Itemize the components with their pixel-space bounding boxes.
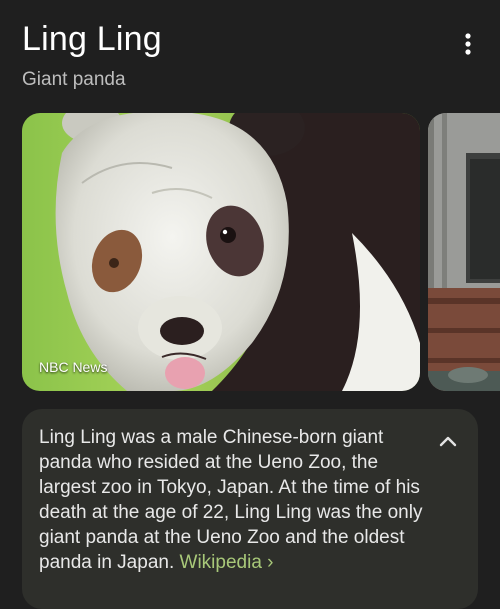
zoo-photo <box>428 113 500 391</box>
wikipedia-link-label: Wikipedia <box>179 552 262 573</box>
more-options-button[interactable] <box>452 28 484 60</box>
more-vert-icon <box>465 33 471 55</box>
chevron-up-icon <box>439 436 457 447</box>
zoo-image-card[interactable] <box>428 113 500 391</box>
wikipedia-link[interactable]: Wikipedia › <box>180 552 274 573</box>
image-carousel[interactable]: NBC News <box>22 113 500 391</box>
description-text: Ling Ling was a male Chinese-born giant … <box>39 425 427 575</box>
panda-image-card[interactable]: NBC News <box>22 113 420 391</box>
chevron-right-icon: › <box>267 552 274 573</box>
image-source-label: NBC News <box>39 359 108 375</box>
page-subtitle: Giant panda <box>22 69 126 90</box>
page-title: Ling Ling <box>22 20 162 58</box>
description-card: Ling Ling was a male Chinese-born giant … <box>22 409 478 609</box>
collapse-button[interactable] <box>432 425 464 457</box>
panda-photo <box>22 113 420 391</box>
